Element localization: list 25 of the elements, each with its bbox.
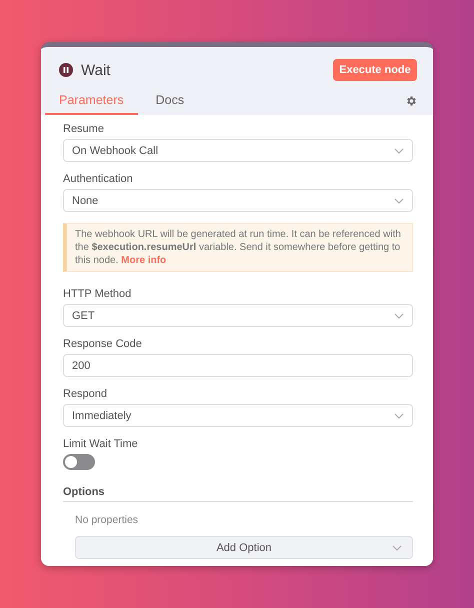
field-label: Limit Wait Time bbox=[63, 438, 139, 450]
chevron-down-icon bbox=[394, 148, 404, 154]
empty-text: No properties bbox=[75, 514, 140, 526]
field-label: HTTP Method bbox=[63, 288, 132, 300]
select-field[interactable]: GET bbox=[63, 304, 413, 327]
pause-icon bbox=[59, 63, 73, 77]
chevron-down-icon bbox=[394, 412, 404, 418]
settings-icon[interactable] bbox=[405, 95, 417, 107]
chevron-down-icon bbox=[394, 312, 404, 318]
select-field[interactable]: Immediately bbox=[63, 404, 413, 427]
field-label: Resume bbox=[63, 123, 105, 135]
section-title: Options bbox=[63, 486, 413, 502]
input-field[interactable]: 200 bbox=[63, 354, 413, 377]
toggle-switch[interactable] bbox=[63, 454, 95, 470]
select-field[interactable]: None bbox=[63, 189, 413, 212]
node-title: Wait bbox=[81, 62, 112, 78]
info-notice: The webhook URL will be generated at run time. It can be referenced with the $execution.resumeUrl variable. Send it somewhere before getting to this node. More info bbox=[63, 223, 413, 272]
add-option-button[interactable]: Add Option bbox=[75, 536, 413, 559]
tab[interactable]: Docs bbox=[142, 87, 198, 115]
chevron-down-icon bbox=[392, 545, 402, 551]
field-label: Response Code bbox=[63, 338, 143, 350]
field-label: Authentication bbox=[63, 173, 134, 185]
chevron-down-icon bbox=[394, 198, 404, 204]
field-label: Respond bbox=[63, 388, 108, 400]
select-field[interactable]: On Webhook Call bbox=[63, 139, 413, 162]
